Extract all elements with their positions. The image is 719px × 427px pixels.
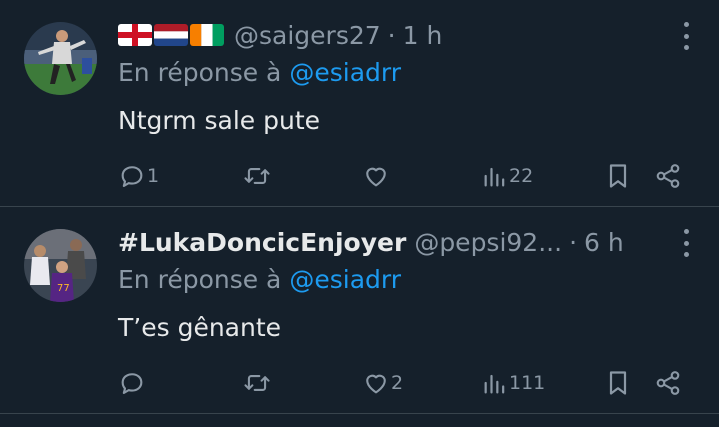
reply-prefix: En réponse à: [118, 265, 282, 294]
share-icon: [656, 164, 680, 188]
timestamp[interactable]: 1 h: [403, 21, 443, 50]
like-icon: [366, 167, 386, 187]
views-count: 22: [509, 165, 534, 187]
reply-context: En réponse à @esiadrr: [118, 265, 401, 294]
bookmark-button[interactable]: [606, 365, 630, 401]
reply-mention-link[interactable]: @esiadrr: [289, 265, 401, 294]
views-icon: [484, 374, 505, 394]
timestamp[interactable]: 6 h: [584, 228, 624, 257]
tweet-text: T’es gênante: [118, 313, 282, 342]
share-button[interactable]: [654, 158, 682, 194]
retweet-button[interactable]: [242, 365, 273, 401]
retweet-icon: [244, 375, 270, 391]
action-bar: 2 111: [118, 365, 691, 401]
svg-text:77: 77: [57, 283, 70, 294]
reply-prefix: En réponse à: [118, 58, 282, 87]
ivory-coast-flag-icon: [190, 24, 224, 46]
like-button[interactable]: 2: [362, 365, 403, 401]
avatar[interactable]: [24, 22, 97, 95]
display-name[interactable]: #LukaDoncicEnjoyer: [118, 228, 406, 257]
action-bar: 1 22: [118, 158, 691, 194]
separator: ·: [569, 227, 578, 257]
reply-count: 1: [147, 165, 160, 187]
views-button[interactable]: 111: [482, 365, 545, 401]
like-count: 2: [391, 372, 404, 394]
tweet-2[interactable]: 77 #LukaDoncicEnjoyer @pepsi92... · 6 h …: [0, 207, 719, 414]
views-icon: [484, 167, 505, 187]
reply-button[interactable]: [118, 365, 147, 401]
reply-mention-link[interactable]: @esiadrr: [289, 58, 401, 87]
share-icon: [656, 371, 680, 395]
bookmark-icon: [609, 164, 627, 188]
separator: ·: [387, 20, 396, 50]
views-count: 111: [509, 372, 546, 394]
flag-emojis: [118, 24, 224, 46]
tweet-header: @saigers27 · 1 h: [118, 14, 442, 56]
more-icon[interactable]: [681, 22, 691, 50]
tweet-1[interactable]: @saigers27 · 1 h En réponse à @esiadrr N…: [0, 0, 719, 207]
reply-icon: [121, 373, 143, 394]
like-icon: [366, 374, 386, 394]
like-button[interactable]: [362, 158, 391, 194]
bookmark-button[interactable]: [606, 158, 630, 194]
reply-context: En réponse à @esiadrr: [118, 58, 401, 87]
reply-button[interactable]: 1: [118, 158, 159, 194]
tweet-header: #LukaDoncicEnjoyer @pepsi92... · 6 h: [118, 221, 624, 263]
avatar[interactable]: 77: [24, 229, 97, 302]
england-flag-icon: [118, 24, 152, 46]
retweet-button[interactable]: [242, 158, 273, 194]
share-button[interactable]: [654, 365, 682, 401]
more-icon[interactable]: [681, 229, 691, 257]
views-button[interactable]: 22: [482, 158, 533, 194]
reply-icon: [121, 166, 143, 187]
tweet-text: Ntgrm sale pute: [118, 106, 321, 135]
user-handle[interactable]: @saigers27: [234, 21, 381, 50]
retweet-icon: [244, 168, 270, 184]
netherlands-flag-icon: [154, 24, 188, 46]
user-handle[interactable]: @pepsi92...: [414, 228, 562, 257]
bookmark-icon: [609, 371, 627, 395]
